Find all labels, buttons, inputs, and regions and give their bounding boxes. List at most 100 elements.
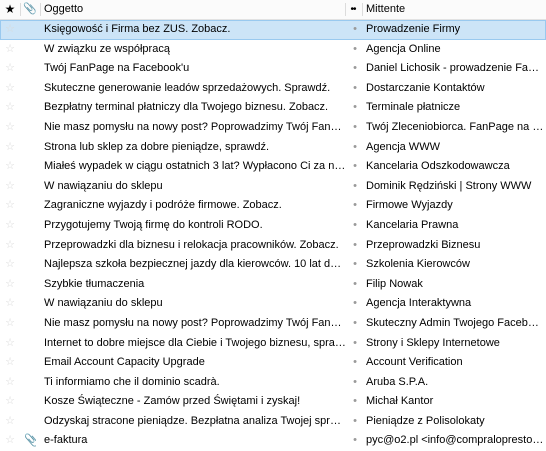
star-icon[interactable]: ☆: [4, 353, 16, 373]
star-icon[interactable]: ☆: [4, 40, 16, 60]
message-row[interactable]: ☆ Skuteczne generowanie leadów sprzedażow…: [0, 79, 546, 99]
star-icon[interactable]: ☆: [4, 138, 16, 158]
message-subject: Kosze Świąteczne - Zamów przed Świętami …: [44, 395, 301, 408]
attachment-column-icon[interactable]: 📎: [23, 0, 37, 19]
message-row[interactable]: ☆ Nie masz pomysłu na nowy post? Poprowad…: [0, 314, 546, 334]
message-row[interactable]: ☆ Nie masz pomysłu na nowy post? Poprowad…: [0, 118, 546, 138]
message-subject: e-faktura: [44, 434, 88, 447]
message-sender: Aruba S.P.A.: [366, 375, 429, 388]
subject-column-header[interactable]: Oggetto: [44, 0, 83, 19]
message-sender: Daniel Lichosik - prowadzenie FanPage: [366, 62, 544, 75]
message-row[interactable]: ☆ W nawiązaniu do sklepu • Agencja Interakt…: [0, 294, 546, 314]
message-sender: Kancelaria Odszkodowawcza: [366, 160, 510, 173]
read-status-dot-icon[interactable]: •: [351, 20, 359, 40]
message-row[interactable]: ☆ Kosze Świąteczne - Zamów przed Świętami…: [0, 392, 546, 412]
sender-column-header[interactable]: Mittente: [366, 0, 405, 19]
message-row[interactable]: ☆ Email Account Capacity Upgrade • Account …: [0, 353, 546, 373]
message-row[interactable]: ☆ Strona lub sklep za dobre pieniądze, sp…: [0, 138, 546, 158]
read-status-dot-icon[interactable]: •: [351, 353, 359, 373]
attachment-icon: 📎: [24, 433, 36, 448]
read-status-dot-icon[interactable]: •: [351, 157, 359, 177]
star-icon[interactable]: ☆: [4, 196, 16, 216]
message-row[interactable]: ☆ Bezpłatny terminal płatniczy dla Twojeg…: [0, 98, 546, 118]
read-status-column-icon[interactable]: ••: [347, 0, 359, 19]
message-subject: Skuteczne generowanie leadów sprzedażowy…: [44, 81, 331, 94]
message-subject: Twój FanPage na Facebook'u: [44, 62, 190, 75]
message-row[interactable]: ☆ Przygotujemy Twoją firmę do kontroli RO…: [0, 216, 546, 236]
message-sender: Strony i Sklepy Internetowe: [366, 336, 500, 349]
star-icon[interactable]: ☆: [4, 79, 16, 99]
star-icon[interactable]: ☆: [4, 431, 16, 451]
message-sender: Firmowe Wyjazdy: [366, 199, 453, 212]
read-status-dot-icon[interactable]: •: [351, 373, 359, 393]
star-icon[interactable]: ☆: [4, 314, 16, 334]
message-row[interactable]: ☆ Księgowość i Firma bez ZUS. Zobacz. • Pro…: [0, 20, 546, 40]
read-status-dot-icon[interactable]: •: [351, 294, 359, 314]
message-sender: Account Verification: [366, 356, 463, 369]
star-icon[interactable]: ☆: [4, 118, 16, 138]
message-subject: Internet to dobre miejsce dla Ciebie i T…: [44, 336, 347, 349]
message-row[interactable]: ☆ Zagraniczne wyjazdy i podróże firmowe. …: [0, 196, 546, 216]
star-icon[interactable]: ☆: [4, 20, 16, 40]
star-column-icon[interactable]: ★: [4, 0, 16, 19]
read-status-dot-icon[interactable]: •: [351, 40, 359, 60]
read-status-dot-icon[interactable]: •: [351, 59, 359, 79]
star-icon[interactable]: ☆: [4, 157, 16, 177]
message-subject: W nawiązaniu do sklepu: [44, 179, 163, 192]
read-status-dot-icon[interactable]: •: [351, 138, 359, 158]
read-status-dot-icon[interactable]: •: [351, 79, 359, 99]
message-sender: Twój Zleceniobiorca. FanPage na Faceb...: [366, 120, 544, 133]
message-row[interactable]: ☆ 📎 e-faktura • pyc@o2.pl <info@compralopres…: [0, 431, 546, 451]
star-icon[interactable]: ☆: [4, 255, 16, 275]
star-icon[interactable]: ☆: [4, 98, 16, 118]
message-row[interactable]: ☆ Ti informiamo che il dominio scadrà. • Ar…: [0, 373, 546, 393]
column-divider: [362, 3, 363, 16]
message-subject: Przeprowadzki dla biznesu i relokacja pr…: [44, 238, 339, 251]
star-icon[interactable]: ☆: [4, 392, 16, 412]
read-status-dot-icon[interactable]: •: [351, 314, 359, 334]
message-sender: Agencja Interaktywna: [366, 297, 472, 310]
message-row[interactable]: ☆ W związku ze współpracą • Agencja Online: [0, 40, 546, 60]
star-icon[interactable]: ☆: [4, 216, 16, 236]
star-icon[interactable]: ☆: [4, 275, 16, 295]
read-status-dot-icon[interactable]: •: [351, 392, 359, 412]
message-sender: Terminale płatnicze: [366, 101, 461, 114]
message-sender: Michał Kantor: [366, 395, 434, 408]
read-status-dot-icon[interactable]: •: [351, 177, 359, 197]
star-icon[interactable]: ☆: [4, 59, 16, 79]
message-sender: Agencja WWW: [366, 140, 440, 153]
message-row[interactable]: ☆ Szybkie tłumaczenia • Filip Nowak: [0, 275, 546, 295]
read-status-dot-icon[interactable]: •: [351, 236, 359, 256]
message-row[interactable]: ☆ Przeprowadzki dla biznesu i relokacja p…: [0, 236, 546, 256]
star-icon[interactable]: ☆: [4, 236, 16, 256]
star-icon[interactable]: ☆: [4, 373, 16, 393]
star-icon[interactable]: ☆: [4, 334, 16, 354]
read-status-dot-icon[interactable]: •: [351, 275, 359, 295]
star-icon[interactable]: ☆: [4, 294, 16, 314]
message-subject: Nie masz pomysłu na nowy post? Poprowadz…: [44, 316, 347, 329]
read-status-dot-icon[interactable]: •: [351, 255, 359, 275]
message-subject: W nawiązaniu do sklepu: [44, 297, 163, 310]
message-subject: Miałeś wypadek w ciągu ostatnich 3 lat? …: [44, 160, 347, 173]
message-sender: Dostarczanie Kontaktów: [366, 81, 485, 94]
message-row[interactable]: ☆ Najlepsza szkoła bezpiecznej jazdy dla …: [0, 255, 546, 275]
message-subject: Strona lub sklep za dobre pieniądze, spr…: [44, 140, 270, 153]
column-divider: [20, 3, 21, 16]
read-status-dot-icon[interactable]: •: [351, 98, 359, 118]
message-sender: Kancelaria Prawna: [366, 218, 459, 231]
message-row[interactable]: ☆ Twój FanPage na Facebook'u • Daniel Licho…: [0, 59, 546, 79]
message-row[interactable]: ☆ Miałeś wypadek w ciągu ostatnich 3 lat?…: [0, 157, 546, 177]
message-subject: Szybkie tłumaczenia: [44, 277, 145, 290]
read-status-dot-icon[interactable]: •: [351, 216, 359, 236]
star-icon[interactable]: ☆: [4, 177, 16, 197]
read-status-dot-icon[interactable]: •: [351, 196, 359, 216]
message-rows: ☆ Księgowość i Firma bez ZUS. Zobacz. • Pro…: [0, 20, 546, 451]
read-status-dot-icon[interactable]: •: [351, 431, 359, 451]
message-row[interactable]: ☆ W nawiązaniu do sklepu • Dominik Rędzińsk…: [0, 177, 546, 197]
read-status-dot-icon[interactable]: •: [351, 334, 359, 354]
message-sender: Dominik Rędziński | Strony WWW: [366, 179, 532, 192]
read-status-dot-icon[interactable]: •: [351, 118, 359, 138]
column-divider: [345, 3, 346, 16]
message-subject: Ti informiamo che il dominio scadrà.: [44, 375, 220, 388]
message-row[interactable]: ☆ Internet to dobre miejsce dla Ciebie i …: [0, 334, 546, 354]
